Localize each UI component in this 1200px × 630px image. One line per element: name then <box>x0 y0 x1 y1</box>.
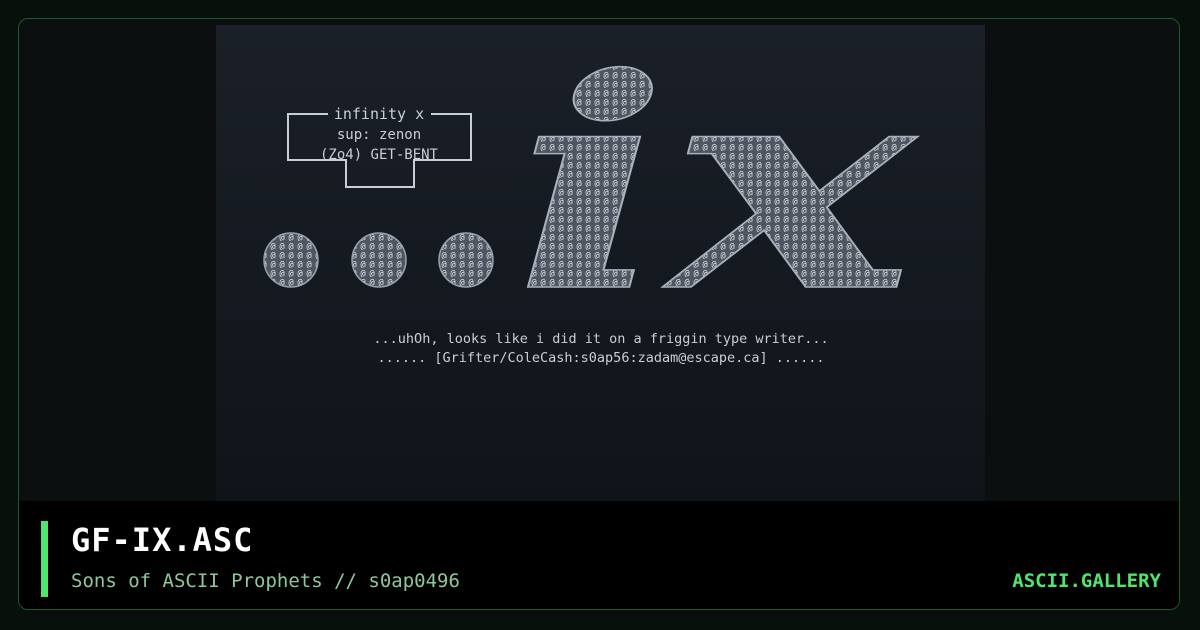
page-title: GF-IX.ASC <box>71 521 254 559</box>
ascii-art-image: @ infinity x sup: zenon (Zo4) GET-BENT i… <box>216 25 985 507</box>
accent-bar <box>41 521 48 597</box>
ascii-art-drawing: @ infinity x sup: zenon (Zo4) GET-BENT i… <box>263 25 920 366</box>
card-frame: @ infinity x sup: zenon (Zo4) GET-BENT i… <box>18 18 1180 610</box>
brand-link[interactable]: ASCII.GALLERY <box>1012 570 1161 592</box>
ascii-big-letters: ix <box>514 25 919 356</box>
page-subtitle: Sons of ASCII Prophets // s0ap0496 <box>71 570 460 592</box>
ascii-dots <box>263 232 494 288</box>
box-line-3: (Zo4) GET-BENT <box>320 147 439 163</box>
box-line-1: infinity x <box>334 105 424 123</box>
caption-line-1: ...uhOh, looks like i did it on a friggi… <box>373 331 828 347</box>
caption-line-2: ...... [Grifter/ColeCash:s0ap56:zadam@es… <box>377 350 824 366</box>
box-line-2: sup: zenon <box>337 127 421 143</box>
footer-bar: GF-IX.ASC Sons of ASCII Prophets // s0ap… <box>19 501 1179 609</box>
